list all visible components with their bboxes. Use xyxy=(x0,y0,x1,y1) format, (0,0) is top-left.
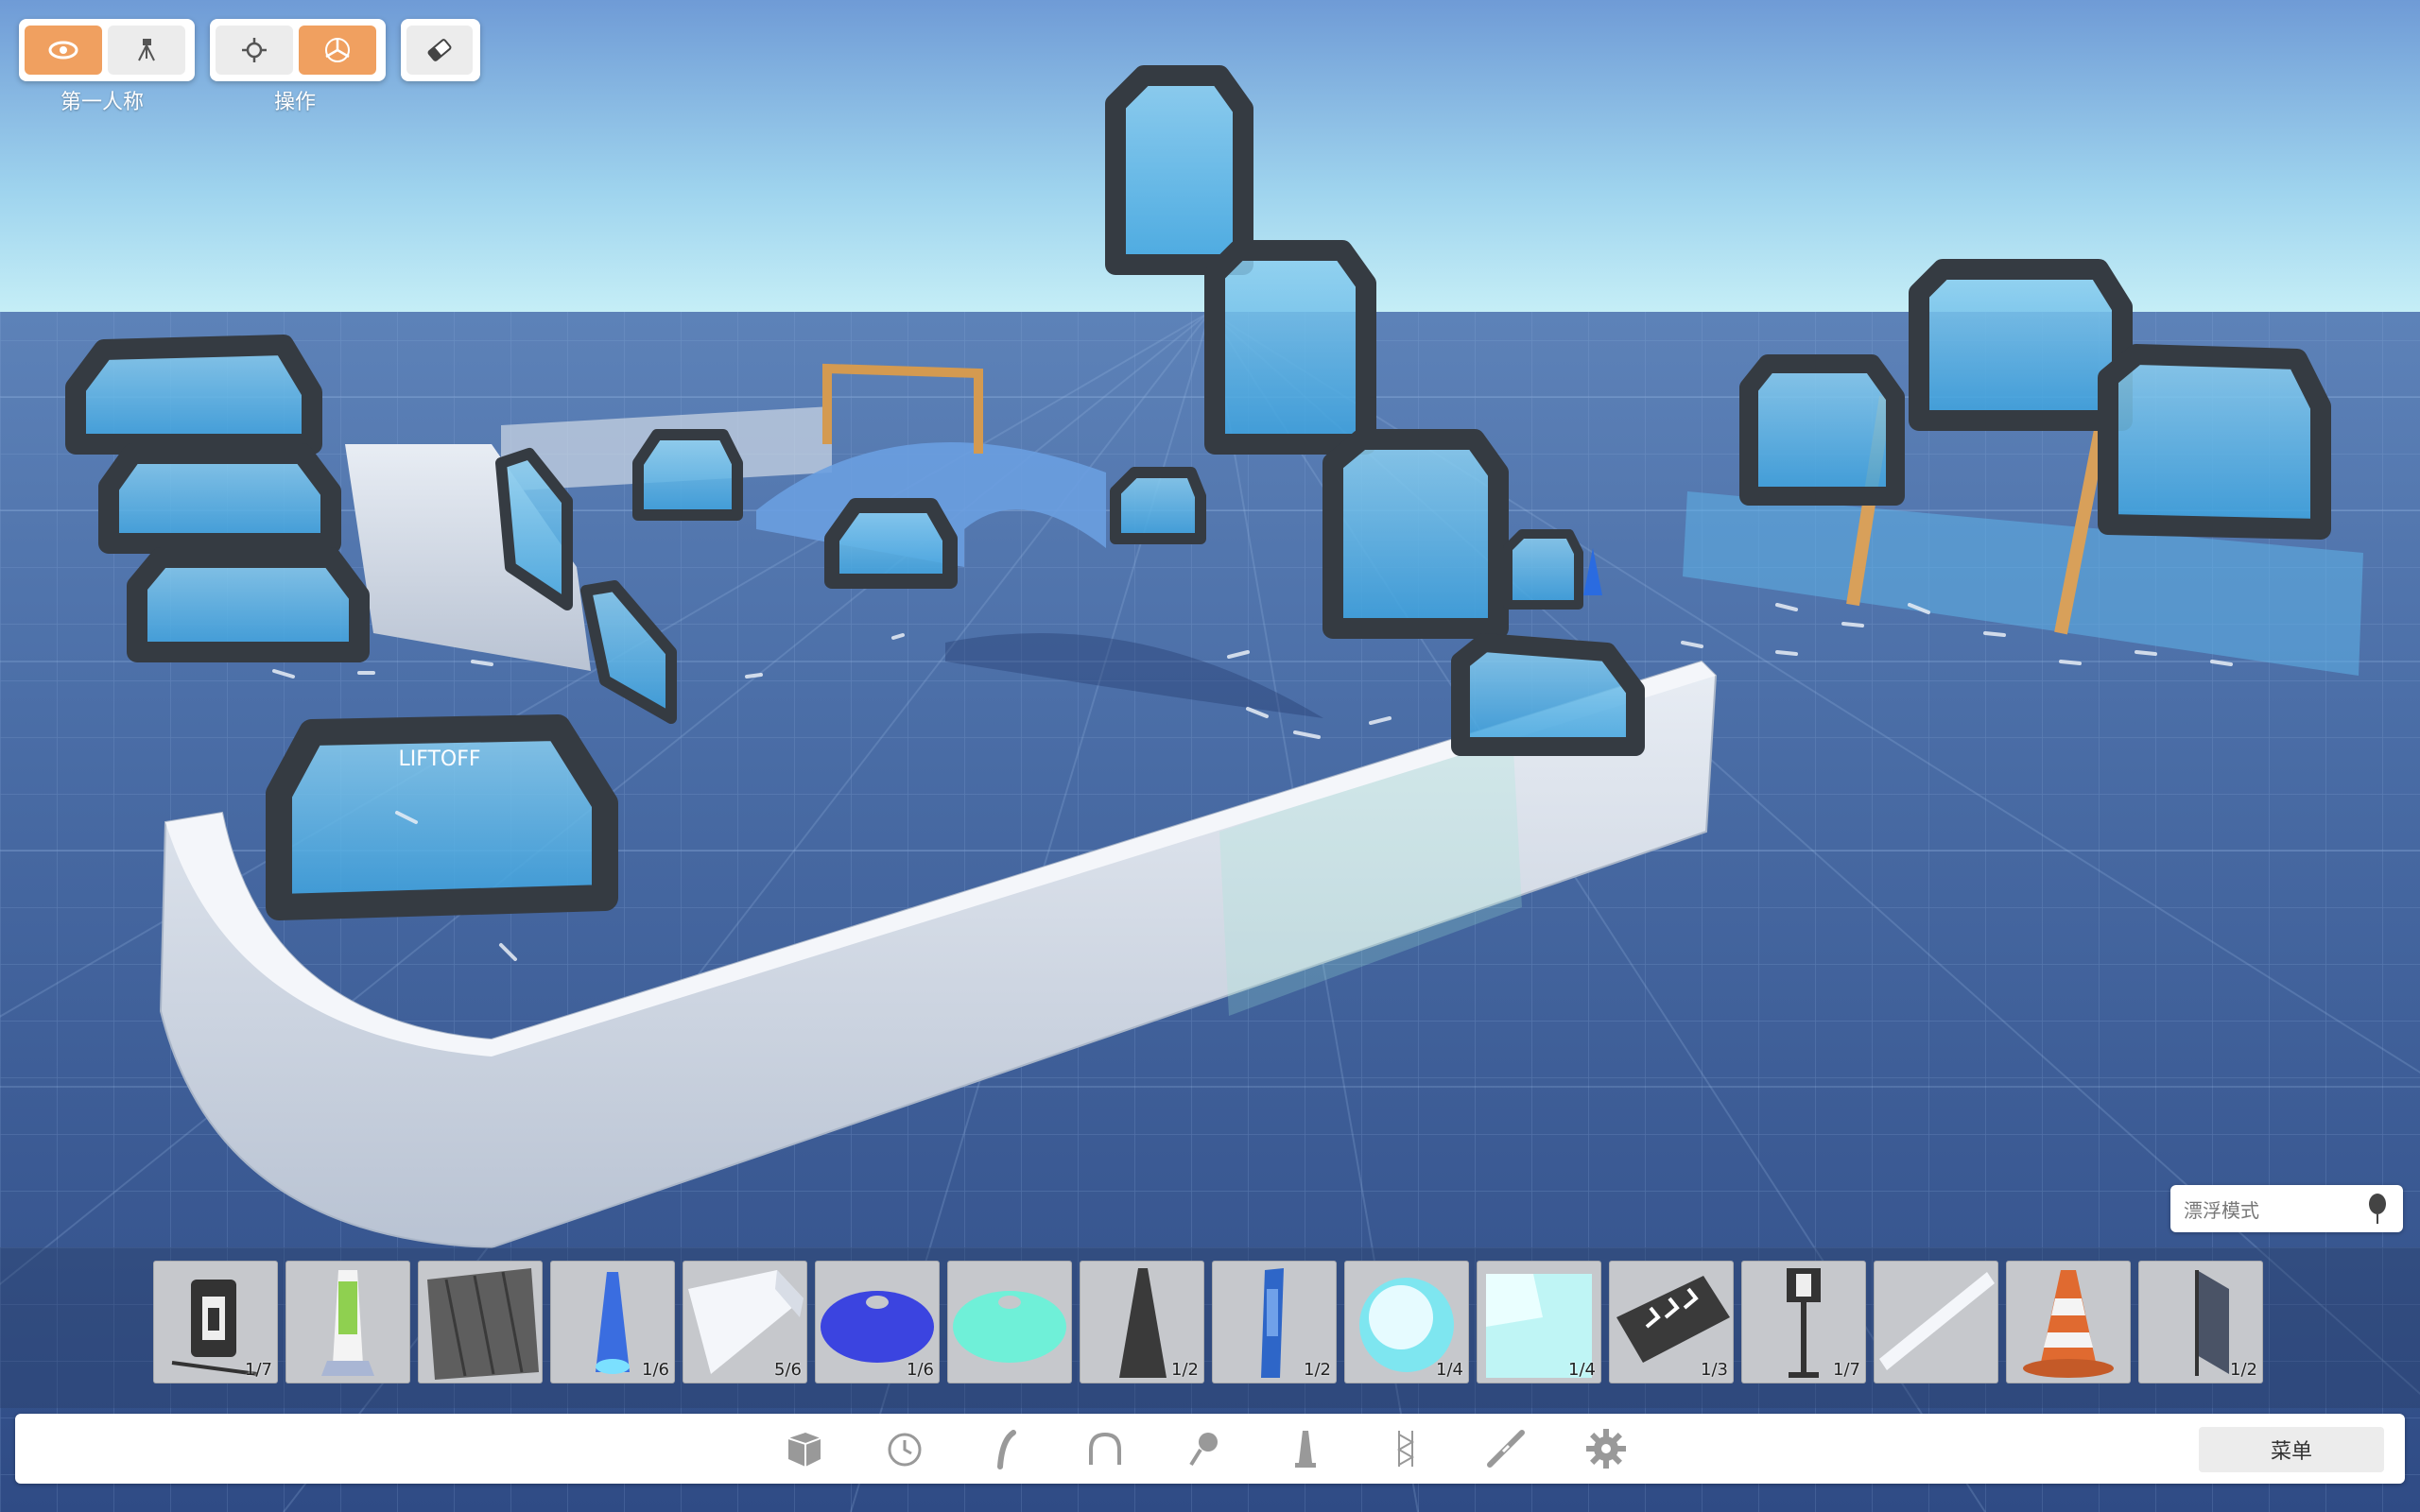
first-person-view-button[interactable] xyxy=(25,26,102,75)
asset-count: 1/6 xyxy=(642,1360,669,1380)
curve-icon xyxy=(997,1430,1016,1469)
asset-count: 1/4 xyxy=(1568,1360,1596,1380)
balloon-icon xyxy=(2369,1194,2386,1224)
arch-icon xyxy=(1089,1432,1121,1465)
view-mode-label: 第一人称 xyxy=(60,91,145,114)
category-settings-button[interactable] xyxy=(1584,1427,1628,1470)
select-tool-button[interactable] xyxy=(216,26,293,75)
asset-count: 1/7 xyxy=(1833,1360,1860,1380)
eye-icon xyxy=(48,41,78,60)
asset-arrow-panel[interactable]: 1/3 xyxy=(1609,1261,1734,1383)
asset-dark-tower[interactable]: 1/2 xyxy=(1080,1261,1204,1383)
gear-icon xyxy=(1586,1429,1626,1469)
asset-count: 5/6 xyxy=(774,1360,802,1380)
spotlight-icon xyxy=(1189,1433,1218,1467)
asset-count: 1/7 xyxy=(245,1360,272,1380)
asset-gate-sign[interactable]: 1/7 xyxy=(153,1261,278,1383)
white-stripe-icon xyxy=(1879,1272,1995,1370)
asset-glow-cube[interactable]: 1/4 xyxy=(1477,1261,1601,1383)
traffic-cone-icon xyxy=(2023,1270,2114,1378)
asset-flag-panel[interactable]: 1/2 xyxy=(2138,1261,2263,1383)
eraser-group xyxy=(401,19,480,81)
menu-button[interactable]: 菜单 xyxy=(2199,1427,2384,1472)
category-arch-button[interactable] xyxy=(1083,1427,1127,1470)
clock-icon xyxy=(888,1433,922,1467)
category-cube-button[interactable] xyxy=(783,1427,826,1470)
asset-sign-post[interactable]: 1/7 xyxy=(1741,1261,1866,1383)
asset-wood-panel[interactable] xyxy=(418,1261,543,1383)
float-mode-field[interactable]: 漂浮模式 xyxy=(2170,1185,2403,1232)
asset-green-pillar[interactable] xyxy=(285,1261,410,1383)
pillar-icon xyxy=(1295,1431,1316,1468)
asset-count: 1/2 xyxy=(1171,1360,1199,1380)
category-light-button[interactable] xyxy=(1184,1427,1227,1470)
operate-mode-group xyxy=(210,19,386,81)
eraser-icon xyxy=(427,39,452,61)
eraser-button[interactable] xyxy=(406,26,473,75)
camera-tripod-icon xyxy=(138,39,155,61)
asset-glow-sphere[interactable]: 1/4 xyxy=(1344,1261,1469,1383)
move-gizmo-icon xyxy=(325,38,350,62)
wand-icon xyxy=(1487,1430,1525,1468)
asset-white-ramp[interactable]: 5/6 xyxy=(683,1261,807,1383)
asset-count: 1/4 xyxy=(1436,1360,1463,1380)
asset-blue-lamp[interactable]: 1/6 xyxy=(550,1261,675,1383)
asset-count: 1/2 xyxy=(1304,1360,1331,1380)
asset-white-stripe[interactable] xyxy=(1874,1261,1998,1383)
asset-count: 1/6 xyxy=(907,1360,934,1380)
asset-traffic-cone[interactable] xyxy=(2006,1261,2131,1383)
asset-count: 1/3 xyxy=(1701,1360,1728,1380)
cyan-cone-flat-icon xyxy=(953,1291,1066,1363)
move-tool-button[interactable] xyxy=(299,26,376,75)
asset-blue-banner[interactable]: 1/2 xyxy=(1212,1261,1337,1383)
category-pillar-button[interactable] xyxy=(1284,1427,1327,1470)
category-curve-button[interactable] xyxy=(983,1427,1027,1470)
operate-mode-label: 操作 xyxy=(274,91,317,114)
tripod-camera-view-button[interactable] xyxy=(108,26,185,75)
asset-cyan-cone-flat[interactable] xyxy=(947,1261,1072,1383)
float-mode-label: 漂浮模式 xyxy=(2184,1198,2259,1222)
asset-count: 1/2 xyxy=(2230,1360,2257,1380)
gate-brand-text: LIFTOFF xyxy=(398,747,480,771)
asset-list: 1/7 1/6 5/6 1/6 1/2 1/2 1/4 1/4 1/3 1/7 … xyxy=(153,1261,2263,1383)
green-pillar-icon xyxy=(321,1270,374,1376)
view-mode-group xyxy=(19,19,195,81)
cube-icon xyxy=(787,1433,821,1467)
truss-icon xyxy=(1396,1431,1415,1467)
crosshair-icon xyxy=(242,38,267,62)
category-timer-button[interactable] xyxy=(883,1427,926,1470)
category-bar: 菜单 xyxy=(15,1414,2405,1484)
category-truss-button[interactable] xyxy=(1384,1427,1427,1470)
asset-blue-cone-flat[interactable]: 1/6 xyxy=(815,1261,940,1383)
category-wand-button[interactable] xyxy=(1484,1427,1528,1470)
wood-panel-icon xyxy=(427,1268,539,1380)
gate-front-left: LIFTOFF xyxy=(266,714,618,920)
